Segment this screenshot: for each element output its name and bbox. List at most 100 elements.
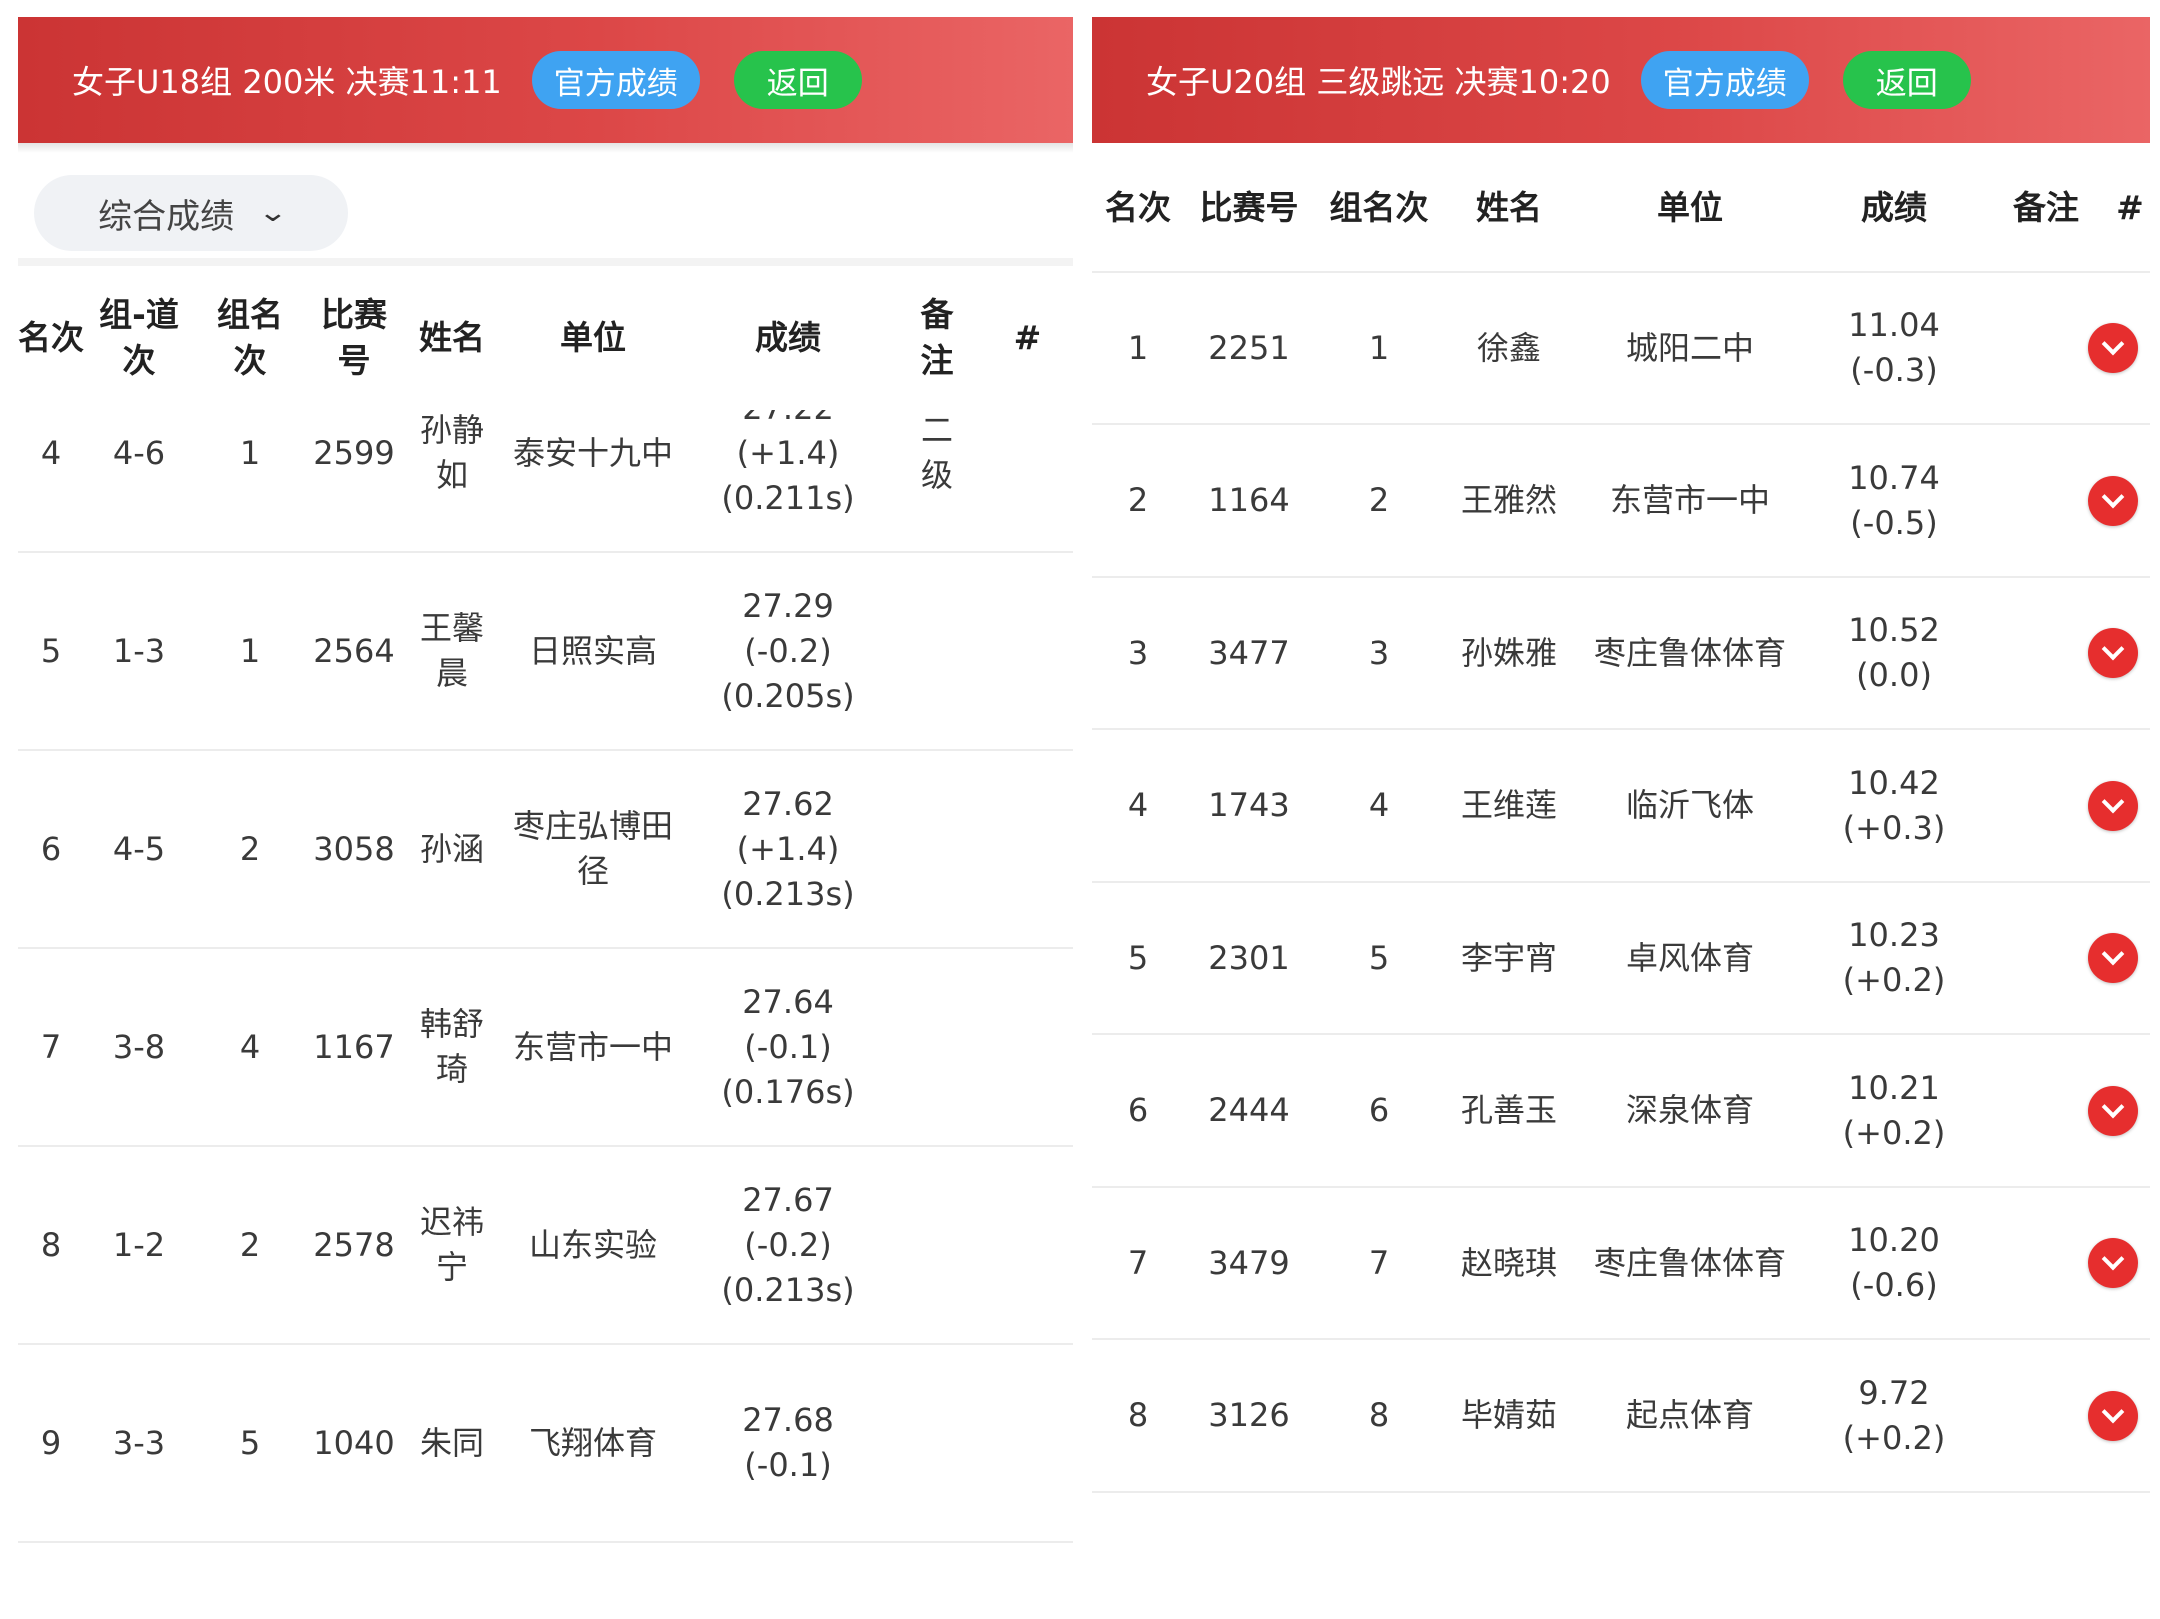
- bib-cell: 1167: [313, 1027, 395, 1066]
- bib-cell: 3126: [1208, 1396, 1290, 1434]
- table-row[interactable]: 8 3126 8 毕婧茹 起点体育 9.72 (+0.2): [1092, 1341, 2150, 1493]
- note-cell: [892, 949, 982, 1145]
- column-header-group-rank[interactable]: 组名 次: [194, 266, 306, 410]
- back-button[interactable]: 返回: [1842, 51, 1971, 109]
- bib-cell: 1164: [1208, 481, 1290, 519]
- column-header-hash[interactable]: #: [2110, 143, 2150, 271]
- unit-cell: 飞翔体育: [528, 1423, 657, 1462]
- expand-chevron-icon[interactable]: [2088, 1238, 2138, 1288]
- rank-cell: 2: [1127, 481, 1149, 519]
- table-row[interactable]: 7 3-8 4 1167 韩舒 琦东营市一中 27.64 (-0.1) (0.176s): [18, 949, 1073, 1147]
- unit-cell: 临沂飞体: [1625, 786, 1754, 824]
- group-rank-cell: 1: [239, 631, 261, 670]
- table-row[interactable]: 6 4-5 2 3058 孙涵 枣庄弘博田 径 27.62 (+1.4) (0.213s): [18, 751, 1073, 949]
- result-cell: 27.64 (-0.1) (0.176s): [721, 982, 855, 1111]
- athlete-name-cell: 王雅然: [1460, 481, 1557, 519]
- column-header-note[interactable]: 备注: [1982, 143, 2110, 271]
- results-type-label: 综合成绩: [98, 196, 235, 237]
- athlete-name-cell: 李宇宵: [1460, 938, 1557, 977]
- unit-cell: 东营市一中: [512, 1027, 673, 1066]
- group-rank-cell: 1: [1368, 328, 1390, 367]
- event-header: 女子U20组 三级跳远 决赛10:20 官方成绩 返回: [1092, 17, 2150, 143]
- results-panel-u20-triple-jump: 女子U20组 三级跳远 决赛10:20 官方成绩 返回 名次 比赛号 组名次 姓…: [1092, 17, 2150, 1619]
- unit-cell: 卓风体育: [1625, 938, 1754, 977]
- column-header-rank[interactable]: 名次: [18, 266, 84, 410]
- result-cell: 10.21 (+0.2): [1842, 1068, 1946, 1152]
- results-panel-u18-200m: 女子U18组 200米 决赛11:11 官方成绩 返回 综合成绩 ⌄ 名次 组-…: [18, 17, 1073, 1619]
- official-results-button[interactable]: 官方成绩: [531, 51, 700, 109]
- note-cell: [892, 1345, 982, 1541]
- table-header: 名次 比赛号 组名次 姓名 单位 成绩 备注 #: [1092, 143, 2150, 273]
- bib-cell: 2578: [313, 1225, 395, 1264]
- results-type-dropdown[interactable]: 综合成绩 ⌄: [34, 175, 348, 251]
- group-lane-cell: 4-5: [112, 829, 166, 868]
- expand-chevron-icon[interactable]: [2088, 1390, 2138, 1441]
- table-row[interactable]: 4 1743 4 王维莲 临沂飞体 10.42 (+0.3): [1092, 731, 2150, 883]
- group-rank-cell: 7: [1368, 1243, 1390, 1282]
- column-header-unit[interactable]: 单位: [1574, 143, 1806, 271]
- note-cell: [892, 1147, 982, 1343]
- column-header-name[interactable]: 姓名: [402, 266, 502, 410]
- column-header-bib[interactable]: 比赛号: [1184, 143, 1314, 271]
- group-rank-cell: 8: [1368, 1396, 1390, 1434]
- column-header-note[interactable]: 备 注: [892, 266, 982, 410]
- result-cell: 10.23 (+0.2): [1842, 916, 1946, 999]
- column-header-group-lane[interactable]: 组-道 次: [84, 266, 194, 410]
- athlete-name-cell: 王馨 晨: [419, 609, 484, 692]
- expand-chevron-icon[interactable]: [2088, 780, 2138, 831]
- column-header-result[interactable]: 成绩: [684, 266, 892, 410]
- group-rank-cell: 6: [1368, 1091, 1390, 1129]
- official-results-button[interactable]: 官方成绩: [1640, 51, 1809, 109]
- rank-cell: 7: [40, 1027, 62, 1066]
- column-header-rank[interactable]: 名次: [1092, 143, 1184, 271]
- bib-cell: 1040: [313, 1423, 395, 1462]
- expand-chevron-icon[interactable]: [2088, 475, 2138, 526]
- table-row[interactable]: 6 2444 6 孔善玉 深泉体育 10.21 (+0.2): [1092, 1036, 2150, 1188]
- note-cell: [892, 553, 982, 749]
- column-header-unit[interactable]: 单位: [502, 266, 684, 410]
- table-row[interactable]: 7 3479 7 赵晓琪 枣庄鲁体体育 10.20 (-0.6): [1092, 1188, 2150, 1340]
- column-header-group-rank[interactable]: 组名次: [1314, 143, 1444, 271]
- expand-chevron-icon[interactable]: [2088, 1085, 2138, 1136]
- unit-cell: 山东实验: [528, 1225, 657, 1264]
- athlete-name-cell: 韩舒 琦: [419, 1005, 484, 1088]
- group-lane-cell: 3-3: [112, 1423, 166, 1462]
- bib-cell: 2564: [313, 631, 395, 670]
- expand-chevron-icon[interactable]: [2088, 628, 2138, 678]
- table-row[interactable]: 2 1164 2 王雅然 东营市一中 10.74 (-0.5): [1092, 426, 2150, 578]
- result-cell: 10.20 (-0.6): [1848, 1221, 1940, 1304]
- table-row[interactable]: 5 1-3 1 2564 王馨 晨 日照实高 27.29 (-0.2) (0.205s): [18, 553, 1073, 751]
- group-rank-cell: 2: [239, 1225, 261, 1264]
- unit-cell: 枣庄鲁体体育: [1593, 1243, 1786, 1282]
- table-row[interactable]: 1 2251 1 徐鑫 城阳二中 11.04 (-0.3): [1092, 273, 2150, 425]
- table-row[interactable]: 5 2301 5 李宇宵 卓风体育 10.23 (+0.2): [1092, 883, 2150, 1035]
- rank-cell: 9: [40, 1423, 62, 1462]
- column-header-name[interactable]: 姓名: [1444, 143, 1574, 271]
- result-cell: 10.74 (-0.5): [1848, 458, 1940, 542]
- group-rank-cell: 3: [1368, 633, 1390, 672]
- athlete-name-cell: 徐鑫: [1476, 328, 1541, 367]
- table-row[interactable]: 8 1-2 2 2578 迟祎 宁 山东实验 27.67 (-0.2) (0.213s): [18, 1147, 1073, 1345]
- athlete-name-cell: 朱同: [419, 1423, 484, 1462]
- rank-cell: 6: [40, 829, 62, 868]
- athlete-name-cell: 毕婧茹: [1460, 1396, 1557, 1434]
- filter-bar: 综合成绩 ⌄: [18, 143, 1073, 266]
- rank-cell: 8: [1127, 1396, 1149, 1434]
- back-button[interactable]: 返回: [733, 51, 862, 109]
- unit-cell: 城阳二中: [1625, 328, 1754, 367]
- unit-cell: 起点体育: [1625, 1396, 1754, 1434]
- results-table-body: 33-732521 凡济南七中(-0.1) (0.213s)二 级44-6125…: [18, 266, 1073, 1543]
- bib-cell: 3477: [1208, 633, 1290, 672]
- event-header: 女子U18组 200米 决赛11:11 官方成绩 返回: [18, 17, 1073, 143]
- expand-chevron-icon[interactable]: [2088, 323, 2138, 373]
- column-header-bib[interactable]: 比赛 号: [306, 266, 402, 410]
- column-header-result[interactable]: 成绩: [1806, 143, 1982, 271]
- column-header-hash[interactable]: #: [982, 266, 1073, 410]
- group-rank-cell: 5: [239, 1423, 261, 1462]
- bib-cell: 2444: [1208, 1091, 1290, 1129]
- result-cell: 27.68 (-0.1): [742, 1401, 834, 1484]
- unit-cell: 日照实高: [528, 631, 657, 670]
- table-row[interactable]: 3 3477 3 孙姝雅 枣庄鲁体体育 10.52 (0.0): [1092, 578, 2150, 730]
- expand-chevron-icon[interactable]: [2088, 933, 2138, 983]
- table-row[interactable]: 9 3-3 5 1040 朱同 飞翔体育 27.68 (-0.1): [18, 1345, 1073, 1543]
